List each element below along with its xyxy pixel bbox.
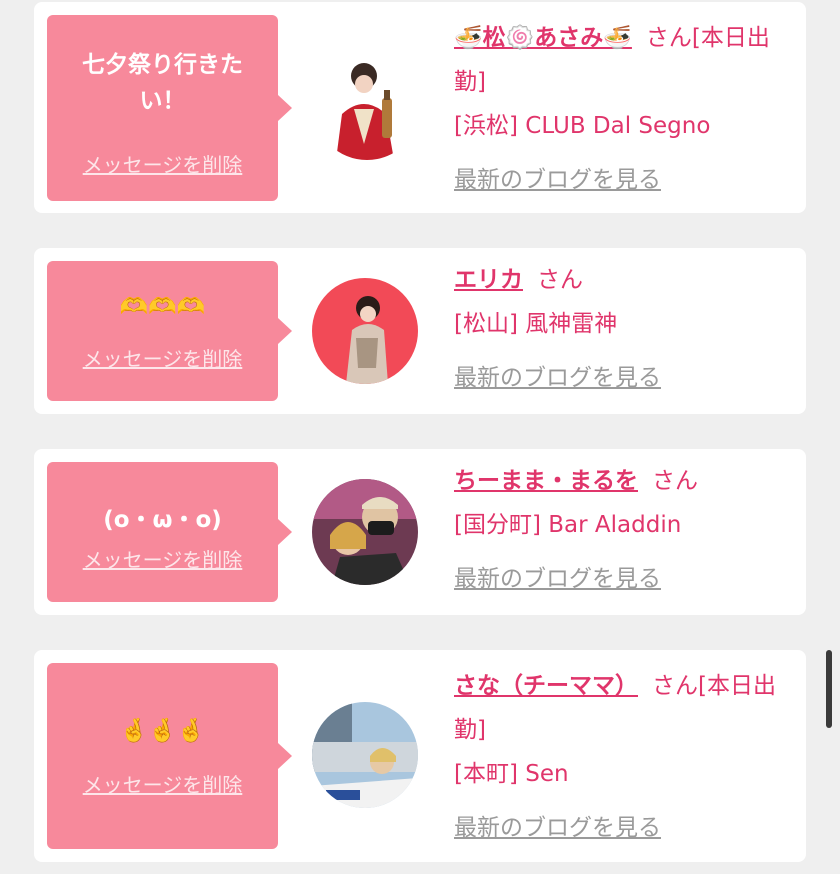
message-card: 七夕祭り行きたい！ メッセージを削除 🍜松🍥あさみ🍜 さん[本日出勤] [浜松] … [34, 2, 806, 213]
cast-info: ちーまま・まるを さん [国分町] Bar Aladdin 最新のブログを見る [454, 459, 794, 601]
cast-name-link[interactable]: エリカ [454, 267, 523, 293]
message-text: (o・ω・o) [103, 507, 222, 533]
message-text: 🫶🫶🫶 [119, 294, 206, 320]
delete-message-link[interactable]: メッセージを削除 [47, 544, 278, 573]
cast-info: さな（チーママ） さん[本日出勤] [本町] Sen 最新のブログを見る [454, 664, 794, 850]
cast-info: 🍜松🍥あさみ🍜 さん[本日出勤] [浜松] CLUB Dal Segno 最新のブ… [454, 16, 794, 202]
shop-name: [国分町] Bar Aladdin [454, 512, 682, 538]
latest-blog-link[interactable]: 最新のブログを見る [454, 365, 661, 391]
avatar[interactable] [312, 479, 418, 585]
message-text: 七夕祭り行きたい！ [82, 52, 243, 114]
message-bubble: 🫶🫶🫶 メッセージを削除 [47, 261, 278, 401]
shop-name: [本町] Sen [454, 761, 569, 787]
latest-blog-link[interactable]: 最新のブログを見る [454, 566, 661, 592]
delete-message-link[interactable]: メッセージを削除 [47, 769, 278, 798]
avatar[interactable] [312, 278, 418, 384]
shop-name: [松山] 風神雷神 [454, 311, 618, 337]
message-bubble: 七夕祭り行きたい！ メッセージを削除 [47, 15, 278, 201]
message-card: (o・ω・o) メッセージを削除 ちーまま・まるを さん [国分町] Bar Al… [34, 449, 806, 615]
message-bubble: 🤞🤞🤞 メッセージを削除 [47, 663, 278, 849]
message-card: 🫶🫶🫶 メッセージを削除 エリカ さん [松山] 風神雷神 最新のブログを見る [34, 248, 806, 414]
cast-name-link[interactable]: 🍜松🍥あさみ🍜 [454, 25, 632, 51]
san-label: さん [537, 267, 583, 293]
cast-name-link[interactable]: さな（チーママ） [454, 673, 638, 699]
san-label: さん [645, 25, 692, 51]
san-label: さん [652, 673, 698, 699]
message-text: 🤞🤞🤞 [119, 718, 206, 744]
delete-message-link[interactable]: メッセージを削除 [47, 343, 278, 372]
latest-blog-link[interactable]: 最新のブログを見る [454, 167, 661, 193]
delete-message-link[interactable]: メッセージを削除 [47, 149, 278, 178]
avatar[interactable] [312, 702, 418, 808]
cast-name-link[interactable]: ちーまま・まるを [454, 468, 638, 494]
san-label: さん [652, 468, 698, 494]
scrollbar[interactable] [826, 650, 832, 728]
avatar[interactable] [314, 54, 420, 160]
cast-info: エリカ さん [松山] 風神雷神 最新のブログを見る [454, 258, 794, 400]
message-card: 🤞🤞🤞 メッセージを削除 さな（チーママ） さん[本日出勤] [本町] Sen 最… [34, 650, 806, 862]
shop-name: [浜松] CLUB Dal Segno [454, 113, 711, 139]
message-bubble: (o・ω・o) メッセージを削除 [47, 462, 278, 602]
latest-blog-link[interactable]: 最新のブログを見る [454, 815, 661, 841]
